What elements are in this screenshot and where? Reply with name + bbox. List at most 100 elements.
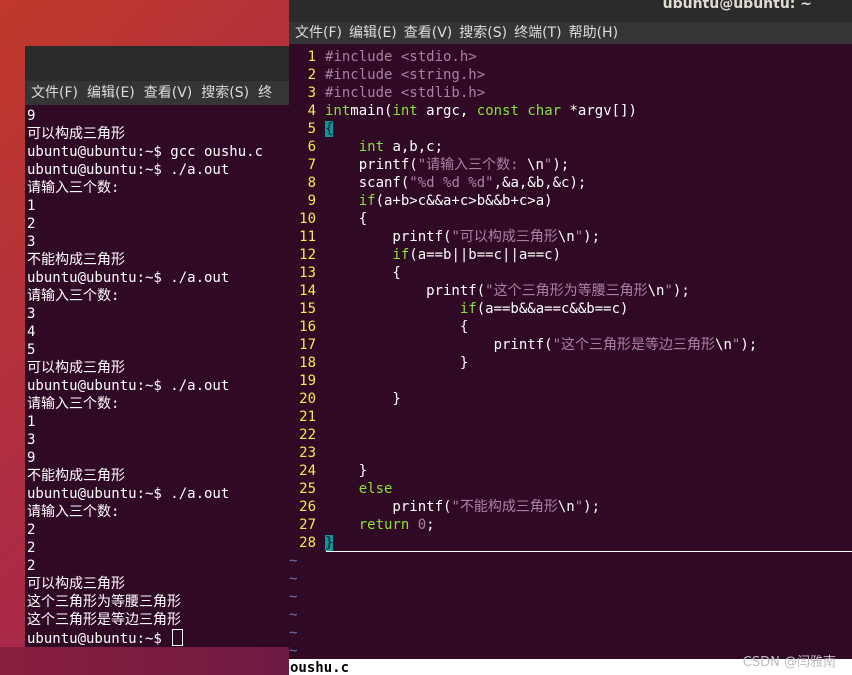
code-line[interactable]: 2 #include <string.h> (289, 66, 852, 84)
terminal-line-text: 3 (27, 306, 36, 322)
terminal-line: 可以构成三角形 (27, 575, 290, 593)
code-text: #include <stdio.h> (325, 48, 477, 66)
code-line[interactable]: 18 } (289, 354, 852, 372)
code-token: main( (350, 103, 393, 119)
title-bar[interactable]: ubuntu@ubuntu: ~ (289, 0, 852, 22)
code-line[interactable]: 17 printf("这个三角形是等边三角形\n"); (289, 336, 852, 354)
terminal-line-text: 4 (27, 324, 36, 340)
terminal-line: 请输入三个数: (27, 503, 290, 521)
tilde-marker: ~ (289, 571, 298, 587)
code-line[interactable]: 27 return 0; (289, 516, 852, 534)
code-line[interactable]: 10 { (289, 210, 852, 228)
code-line[interactable]: 16 { (289, 318, 852, 336)
code-line[interactable]: 14 printf("这个三角形为等腰三角形\n"); (289, 282, 852, 300)
code-line[interactable]: 24 } (289, 462, 852, 480)
terminal-line-text: 这个三角形是等边三角形 (27, 612, 181, 628)
terminal-line-text: ubuntu@ubuntu:~$ (27, 631, 171, 647)
code-text: { (325, 264, 400, 282)
menu-item[interactable]: 编辑(E) (343, 22, 398, 44)
code-token: "请输入三个数: (417, 157, 528, 173)
code-line[interactable]: 22 (289, 426, 852, 444)
menu-item[interactable]: 搜索(S) (195, 81, 252, 105)
terminal-line-text: ubuntu@ubuntu:~$ ./a.out (27, 486, 230, 502)
code-line[interactable]: 23 (289, 444, 852, 462)
empty-line: ~ (289, 570, 852, 588)
vim-editor[interactable]: 1 #include <stdio.h> 2 #include <string.h> 3… (289, 48, 852, 660)
terminal-line: ubuntu@ubuntu:~$ gcc oushu.c (27, 143, 290, 161)
code-line[interactable]: 5{ (289, 120, 852, 138)
terminal-line-text: 3 (27, 432, 36, 448)
code-line[interactable]: 19 (289, 372, 852, 390)
desktop-background (0, 647, 290, 675)
code-text: if(a+b>c&&a+c>b&&b+c>a) (325, 192, 553, 210)
terminal-output[interactable]: 9 可以构成三角形 ubuntu@ubuntu:~$ gcc oushu.c ubun… (27, 107, 290, 647)
code-text: return 0; (325, 516, 435, 534)
code-line[interactable]: 6 int a,b,c; (289, 138, 852, 156)
menu-item[interactable]: 终端(T) (508, 22, 562, 44)
menu-item[interactable]: 编辑(E) (81, 81, 138, 105)
code-token: printf( (325, 229, 452, 245)
terminal-line: 5 (27, 341, 290, 359)
menu-item[interactable]: 文件(F) (25, 81, 81, 105)
title-bar[interactable] (25, 46, 290, 81)
menu-item[interactable]: 终 (252, 81, 275, 105)
menu-item[interactable]: 帮助(H) (563, 22, 619, 44)
code-line[interactable]: 12 if(a==b||b==c||a==c) (289, 246, 852, 264)
code-token: int (392, 103, 418, 119)
code-token: "这个三角形为等腰三角形 (485, 283, 648, 299)
code-line[interactable]: 8 scanf("%d %d %d",&a,&b,&c); (289, 174, 852, 192)
tilde-marker: ~ (289, 607, 298, 623)
menu-item[interactable]: 查看(V) (398, 22, 454, 44)
code-line[interactable]: 13 { (289, 264, 852, 282)
code-token: ; (426, 517, 435, 533)
menu-item[interactable]: 搜索(S) (453, 22, 508, 44)
code-token: } (325, 463, 368, 479)
terminal-line-text: ubuntu@ubuntu:~$ ./a.out (27, 378, 230, 394)
terminal-line: 这个三角形是等边三角形 (27, 611, 290, 629)
code-token: "%d %d %d" (409, 175, 494, 191)
line-number: 17 (299, 337, 316, 353)
code-token: printf( (325, 499, 452, 515)
terminal-line-text: 可以构成三角形 (27, 126, 125, 142)
terminal-window-right[interactable]: ubuntu@ubuntu: ~ 文件(F) 编辑(E) 查看(V) 搜索(S) 终端(… (289, 0, 852, 675)
code-line[interactable]: 28} (289, 534, 852, 552)
code-line[interactable]: 3 #include <stdlib.h> (289, 84, 852, 102)
menu-item[interactable]: 查看(V) (138, 81, 196, 105)
empty-line: ~ (289, 624, 852, 642)
menu-item[interactable]: 文件(F) (289, 22, 343, 44)
code-line[interactable]: 9 if(a+b>c&&a+c>b&&b+c>a) (289, 192, 852, 210)
code-line[interactable]: 21 (289, 408, 852, 426)
terminal-line-text: 不能构成三角形 (27, 468, 125, 484)
code-line[interactable]: 26 printf("不能构成三角形\n"); (289, 498, 852, 516)
code-line[interactable]: 7 printf("请输入三个数: \n"); (289, 156, 852, 174)
code-line[interactable]: 25 else (289, 480, 852, 498)
line-number: 23 (299, 445, 316, 461)
terminal-line: 9 (27, 107, 290, 125)
line-number: 24 (299, 463, 316, 479)
code-token: scanf( (325, 175, 410, 191)
code-line[interactable]: 20 } (289, 390, 852, 408)
code-line[interactable]: 15 if(a==b&&a==c&&b==c) (289, 300, 852, 318)
code-text: int a,b,c; (325, 138, 443, 156)
code-text: if(a==b&&a==c&&b==c) (325, 300, 629, 318)
code-line[interactable]: 1 #include <stdio.h> (289, 48, 852, 66)
terminal-line-text: 请输入三个数: (27, 180, 120, 196)
terminal-line: 3 (27, 305, 290, 323)
terminal-line-text: 请输入三个数: (27, 396, 120, 412)
terminal-window-left[interactable]: 文件(F) 编辑(E) 查看(V) 搜索(S) 终 9 可以构成三角形 ubuntu@ubu… (25, 46, 290, 647)
code-token: \n (557, 229, 575, 245)
code-text: } (325, 354, 468, 372)
code-token: \n (715, 337, 732, 353)
code-token: int (325, 103, 351, 119)
line-number: 2 (307, 67, 316, 83)
code-text: intmain(int argc, const char *argv[]) (325, 102, 637, 120)
terminal-line-text: 2 (27, 216, 36, 232)
code-text: else (325, 480, 393, 498)
status-filename: oushu.c (290, 660, 350, 675)
code-text: printf("这个三角形为等腰三角形\n"); (325, 282, 690, 300)
terminal-line: ubuntu@ubuntu:~$ ./a.out (27, 377, 290, 395)
code-line[interactable]: 4 intmain(int argc, const char *argv[]) (289, 102, 852, 120)
code-line[interactable]: 11 printf("可以构成三角形\n"); (289, 228, 852, 246)
